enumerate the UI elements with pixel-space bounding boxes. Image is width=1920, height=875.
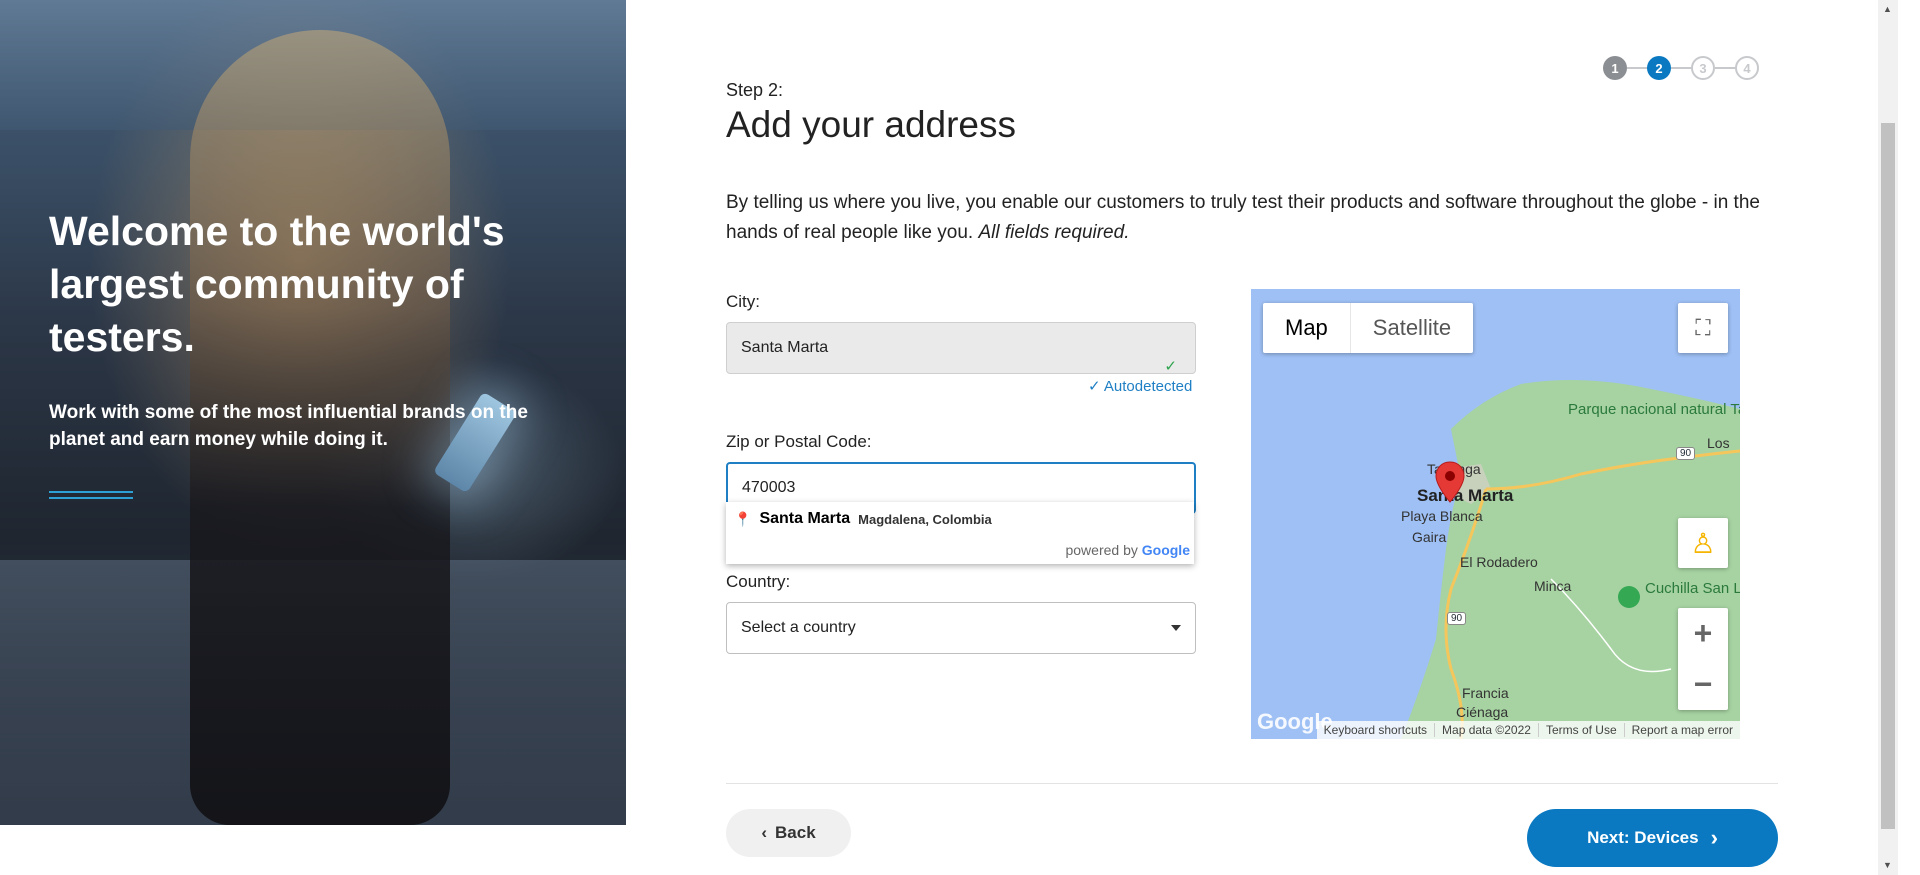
route-shield: 90 — [1676, 447, 1696, 460]
map-type-satellite-button[interactable]: Satellite — [1351, 303, 1473, 353]
map-label-cienaga: Ciénaga — [1456, 704, 1509, 720]
map-label-parque: Parque nacional natural Tayrona — [1568, 401, 1740, 418]
report-error-link[interactable]: Report a map error — [1623, 723, 1740, 737]
zoom-controls: + − — [1678, 608, 1728, 710]
hero-title: Welcome to the world's largest community… — [49, 208, 505, 360]
city-field[interactable]: Santa Marta ✓ — [726, 322, 1196, 375]
map-attribution: Keyboard shortcuts Map data ©2022 Terms … — [1316, 721, 1740, 739]
map-type-toggle: Map Satellite — [1263, 303, 1474, 353]
street-view-pegman-icon[interactable]: ♙ — [1678, 518, 1728, 568]
chevron-right-icon: › — [1710, 825, 1718, 850]
powered-by-google: powered by Google — [1065, 542, 1190, 558]
step-1: 1 — [1603, 56, 1627, 80]
stepper-line — [1671, 67, 1693, 69]
chevron-down-icon — [1171, 625, 1181, 631]
powered-by-text: powered by — [1065, 542, 1138, 558]
scroll-down-arrow-icon[interactable]: ▼ — [1883, 860, 1892, 870]
check-icon: ✓ — [1088, 378, 1101, 395]
zoom-in-icon[interactable]: + — [1694, 608, 1713, 659]
hero-subtitle: Work with some of the most influential b… — [49, 402, 528, 450]
map-label-francia: Francia — [1462, 685, 1509, 701]
scrollbar-thumb[interactable] — [1881, 123, 1895, 829]
map-label-el-rodadero: El Rodadero — [1460, 554, 1538, 570]
map-label-minca: Minca — [1534, 578, 1572, 594]
autodetected-label: Autodetected — [1103, 378, 1193, 395]
intro-required: All fields required. — [978, 222, 1130, 243]
autodetected-note: ✓ Autodetected — [1088, 377, 1192, 395]
autocomplete-dropdown: 📍 Santa Marta Magdalena, Colombia powere… — [726, 502, 1194, 564]
map-label-cuchilla: Cuchilla San Lorenzo — [1645, 580, 1740, 597]
valid-check-icon: ✓ — [1164, 358, 1177, 375]
back-label: Back — [775, 823, 816, 842]
country-select[interactable]: Select a country — [726, 602, 1196, 654]
map-data-text: Map data ©2022 — [1434, 723, 1538, 737]
map-label-playa-blanca: Playa Blanca — [1401, 508, 1483, 524]
map-label-santa-marta: Santa Marta — [1417, 486, 1514, 505]
map[interactable]: Map Satellite ⛶ ♙ + − Parque nacional na… — [1251, 289, 1740, 739]
autocomplete-item[interactable]: 📍 Santa Marta Magdalena, Colombia — [734, 510, 992, 528]
map-type-map-button[interactable]: Map — [1263, 303, 1351, 353]
step-4: 4 — [1735, 56, 1759, 80]
zip-value: 470003 — [742, 479, 796, 496]
step-3: 3 — [1691, 56, 1715, 80]
country-label: Country: — [726, 572, 791, 591]
zoom-out-icon[interactable]: − — [1694, 659, 1713, 710]
hero-divider — [49, 491, 133, 499]
terms-link[interactable]: Terms of Use — [1537, 723, 1624, 737]
map-label-los: Los — [1707, 435, 1730, 451]
route-shield: 90 — [1447, 612, 1467, 625]
zip-label: Zip or Postal Code: — [726, 432, 872, 451]
intro-body: By telling us where you live, you enable… — [726, 192, 1760, 243]
stepper-line — [1715, 67, 1737, 69]
fullscreen-icon[interactable]: ⛶ — [1678, 303, 1728, 353]
scroll-up-arrow-icon[interactable]: ▲ — [1883, 4, 1892, 14]
location-pin-icon: 📍 — [734, 510, 752, 527]
map-pin-icon[interactable] — [1435, 461, 1465, 503]
step-2: 2 — [1647, 56, 1671, 80]
page-title: Add your address — [726, 104, 1017, 145]
map-land — [1401, 380, 1740, 739]
next-label: Next: Devices — [1587, 828, 1699, 847]
back-button[interactable]: ‹ Back — [726, 809, 851, 857]
google-logo-text: Google — [1141, 542, 1190, 558]
city-value: Santa Marta — [741, 339, 829, 356]
stepper-line — [1627, 67, 1649, 69]
autocomplete-main-text: Santa Marta — [759, 510, 851, 527]
autocomplete-secondary-text: Magdalena, Colombia — [858, 511, 992, 527]
step-label: Step 2: — [726, 80, 784, 100]
intro-text: By telling us where you live, you enable… — [726, 188, 1766, 248]
hero-panel: Welcome to the world's largest community… — [0, 0, 626, 825]
map-label-gaira: Gaira — [1412, 529, 1447, 545]
keyboard-shortcuts-link[interactable]: Keyboard shortcuts — [1317, 723, 1434, 737]
next-button[interactable]: Next: Devices › — [1527, 809, 1778, 867]
footer-divider — [726, 783, 1778, 784]
chevron-left-icon: ‹ — [761, 823, 768, 842]
city-label: City: — [726, 292, 760, 311]
country-placeholder: Select a country — [741, 619, 856, 636]
